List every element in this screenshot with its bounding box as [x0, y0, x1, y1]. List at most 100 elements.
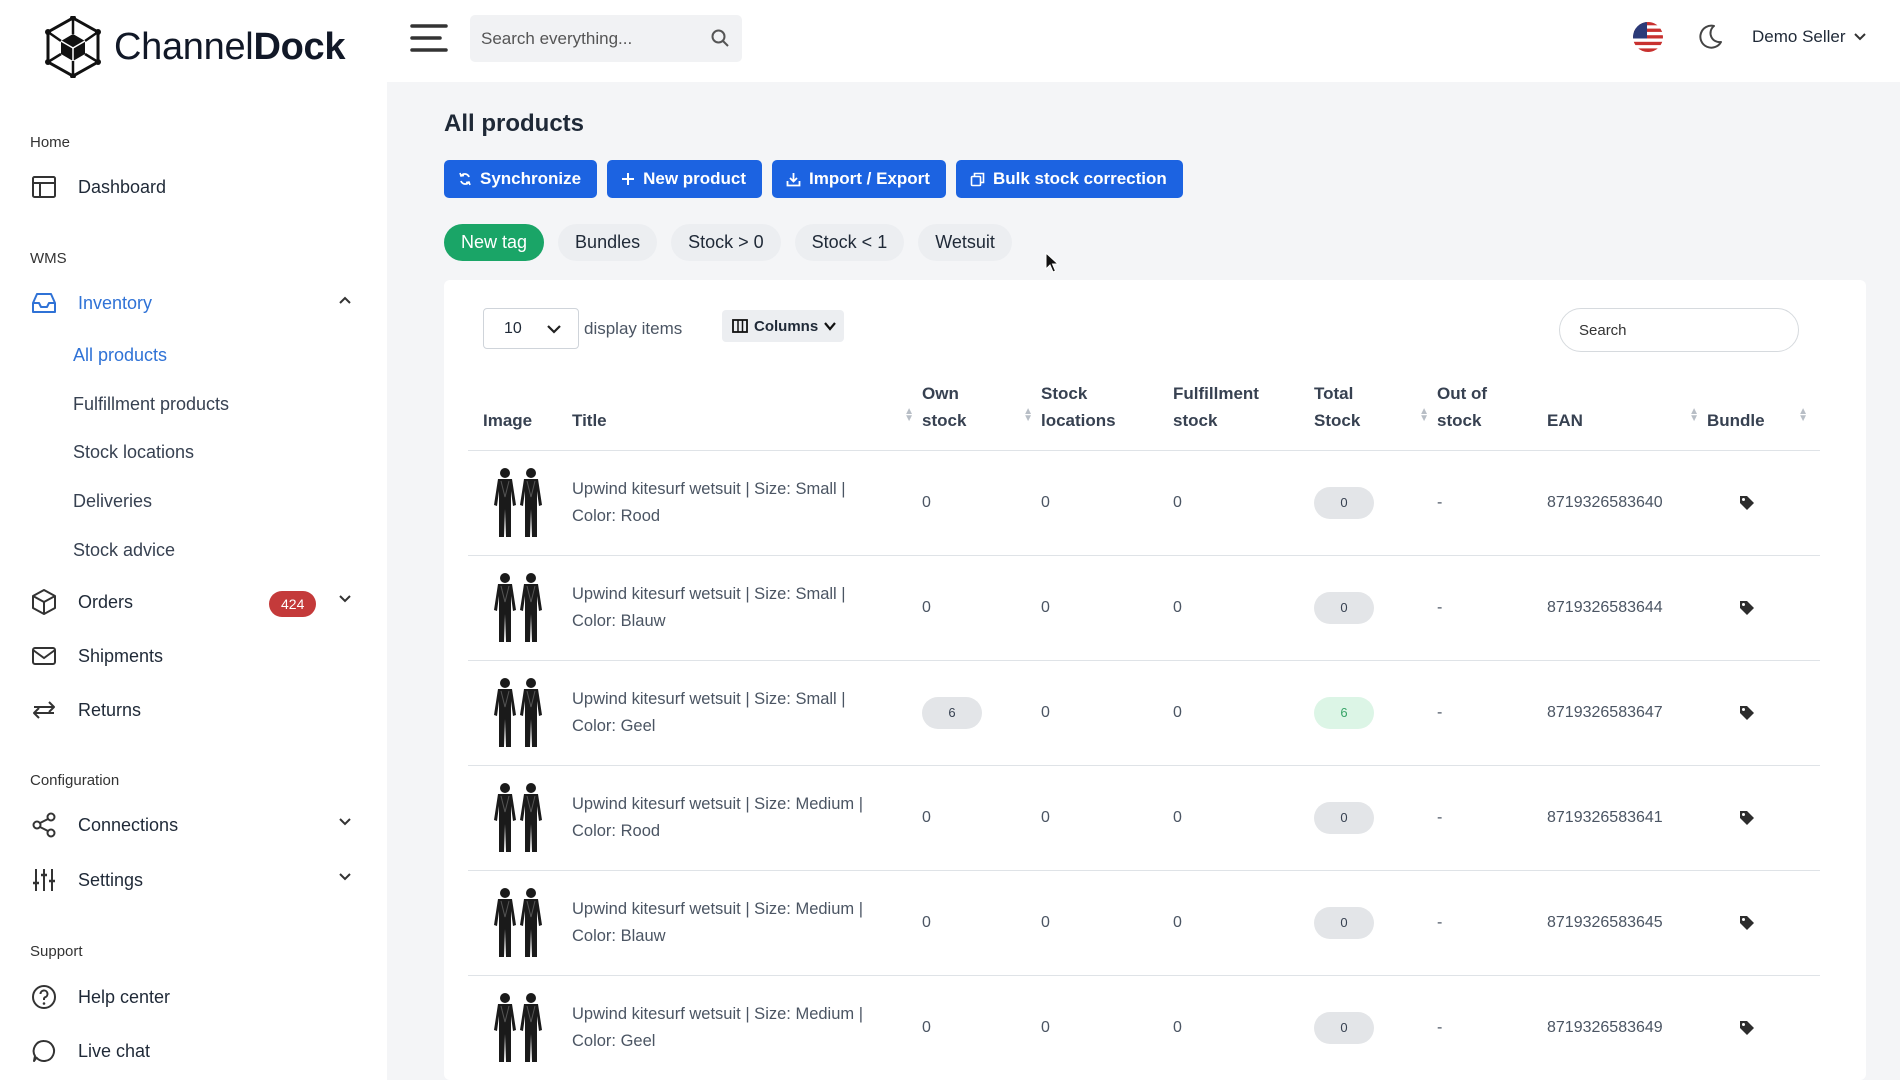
fulfillment-stock-cell: 0 [1173, 450, 1314, 556]
tag-bundles[interactable]: Bundles [558, 224, 658, 261]
product-title[interactable]: Upwind kitesurf wetsuit | Size: Medium |… [572, 975, 922, 1080]
sidebar-sub-deliveries[interactable]: Deliveries [73, 491, 152, 512]
sort-icon[interactable]: ▲ ▼ [1689, 406, 1699, 423]
product-image-cell [468, 660, 572, 766]
sidebar-item-shipments[interactable]: Shipments [30, 636, 360, 676]
us-flag-icon[interactable] [1633, 22, 1663, 52]
bundle-cell [1707, 450, 1820, 556]
tag-icon[interactable] [1739, 1020, 1820, 1036]
products-table: Image Title ▲ ▼ Own stock ▲ ▼ Stock locations … [468, 376, 1820, 1080]
sidebar-item-dashboard[interactable]: Dashboard [30, 167, 360, 207]
sidebar-sub-all-products[interactable]: All products [73, 345, 167, 366]
wetsuit-thumbnail[interactable] [487, 467, 551, 539]
stock-locations-cell: 0 [1041, 975, 1173, 1080]
table-row[interactable]: Upwind kitesurf wetsuit | Size: Small | C… [468, 555, 1820, 661]
user-name: Demo Seller [1752, 27, 1846, 46]
tag-icon[interactable] [1739, 600, 1820, 616]
col-header-own-stock[interactable]: Own stock ▲ ▼ [922, 376, 1041, 450]
total-stock-cell: 0 [1314, 870, 1437, 976]
topbar: Demo Seller [387, 0, 1900, 82]
sort-icon[interactable]: ▲ ▼ [1798, 406, 1808, 423]
sort-icon[interactable]: ▲ ▼ [904, 406, 914, 423]
bulk-stock-correction-button[interactable]: Bulk stock correction [955, 160, 1183, 198]
total-stock-cell: 6 [1314, 660, 1437, 766]
wetsuit-thumbnail[interactable] [487, 572, 551, 644]
columns-button[interactable]: Columns [722, 310, 845, 342]
wetsuit-thumbnail[interactable] [487, 677, 551, 749]
sidebar-item-help-center[interactable]: Help center [30, 977, 360, 1017]
fulfillment-stock-cell: 0 [1173, 555, 1314, 661]
ean-cell: 8719326583641 [1547, 765, 1707, 871]
sort-icon[interactable]: ▲ ▼ [1419, 406, 1429, 423]
wetsuit-thumbnail[interactable] [487, 992, 551, 1064]
tag-icon[interactable] [1739, 915, 1820, 931]
product-title[interactable]: Upwind kitesurf wetsuit | Size: Small | C… [572, 660, 922, 766]
product-title[interactable]: Upwind kitesurf wetsuit | Size: Medium |… [572, 870, 922, 976]
user-menu[interactable]: Demo Seller [1752, 27, 1866, 47]
stock-locations-cell: 0 [1041, 765, 1173, 871]
col-header-ean[interactable]: EAN ▲ ▼ [1547, 376, 1707, 450]
tag-wetsuit[interactable]: Wetsuit [918, 224, 1012, 261]
sidebar-item-connections[interactable]: Connections [30, 805, 360, 845]
section-label-configuration: Configuration [30, 772, 120, 789]
tag-stock-lt-1[interactable]: Stock < 1 [794, 224, 905, 261]
chevron-down-icon [1853, 31, 1866, 43]
col-header-title[interactable]: Title ▲ ▼ [572, 376, 922, 450]
tag-icon[interactable] [1739, 495, 1820, 511]
sidebar-sub-stock-advice[interactable]: Stock advice [73, 540, 175, 561]
tag-icon[interactable] [1739, 810, 1820, 826]
product-image-cell [468, 450, 572, 556]
product-title[interactable]: Upwind kitesurf wetsuit | Size: Small | C… [572, 450, 922, 556]
import-export-button[interactable]: Import / Export [772, 160, 946, 198]
tag-filters: New tag Bundles Stock > 0 Stock < 1 Wets… [444, 224, 1012, 261]
sidebar-item-label: Help center [78, 986, 171, 1007]
tag-stock-gt-0[interactable]: Stock > 0 [671, 224, 781, 261]
global-search-input[interactable] [481, 28, 696, 49]
sidebar-item-settings[interactable]: Settings [30, 860, 360, 900]
sidebar-item-returns[interactable]: Returns [30, 690, 360, 730]
stock-locations-cell: 0 [1041, 450, 1173, 556]
per-page-select[interactable]: 10 [483, 308, 579, 349]
col-header-bundle[interactable]: Bundle ▲ ▼ [1707, 376, 1820, 450]
table-row[interactable]: Upwind kitesurf wetsuit | Size: Small | C… [468, 450, 1820, 556]
wetsuit-thumbnail[interactable] [487, 887, 551, 959]
sidebar-sub-fulfillment-products[interactable]: Fulfillment products [73, 394, 229, 415]
new-product-button[interactable]: New product [607, 160, 763, 198]
sidebar-item-label: Orders [78, 591, 134, 612]
tag-icon[interactable] [1739, 705, 1820, 721]
sidebar-item-label: Inventory [78, 292, 153, 313]
new-tag-button[interactable]: New tag [444, 224, 545, 261]
synchronize-button[interactable]: Synchronize [444, 160, 598, 198]
sort-icon[interactable]: ▲ ▼ [1023, 406, 1033, 423]
col-header-total-stock[interactable]: Total Stock ▲ ▼ [1314, 376, 1437, 450]
sidebar-item-label: Connections [78, 814, 179, 835]
section-label-wms: WMS [30, 250, 67, 267]
sidebar-item-orders[interactable]: Orders 424 [30, 582, 360, 622]
total-stock-cell: 0 [1314, 450, 1437, 556]
table-row[interactable]: Upwind kitesurf wetsuit | Size: Medium |… [468, 870, 1820, 976]
search-icon[interactable] [710, 28, 730, 48]
page-title: All products [444, 110, 585, 137]
out-of-stock-cell: - [1437, 975, 1547, 1080]
sidebar-item-label: Shipments [78, 645, 164, 666]
sidebar-sub-stock-locations[interactable]: Stock locations [73, 442, 194, 463]
table-search-input[interactable] [1559, 308, 1799, 352]
own-stock-cell: 0 [922, 765, 1041, 871]
table-row[interactable]: Upwind kitesurf wetsuit | Size: Small | C… [468, 660, 1820, 766]
bundle-cell [1707, 660, 1820, 766]
channeldock-logo[interactable]: ChannelDock [44, 16, 346, 78]
product-title[interactable]: Upwind kitesurf wetsuit | Size: Small | C… [572, 555, 922, 661]
hamburger-menu-icon[interactable] [410, 22, 448, 54]
product-title[interactable]: Upwind kitesurf wetsuit | Size: Medium |… [572, 765, 922, 871]
chevron-down-icon [338, 815, 352, 829]
sidebar: ChannelDock Home Dashboard WMS Inventory… [0, 0, 387, 1080]
sidebar-item-label: Live chat [78, 1040, 151, 1061]
chevron-down-icon [546, 321, 562, 337]
total-stock-badge: 0 [1314, 801, 1374, 834]
wetsuit-thumbnail[interactable] [487, 782, 551, 854]
moon-icon[interactable] [1695, 22, 1725, 52]
sidebar-item-inventory[interactable]: Inventory [30, 283, 360, 323]
table-row[interactable]: Upwind kitesurf wetsuit | Size: Medium |… [468, 765, 1820, 871]
table-row[interactable]: Upwind kitesurf wetsuit | Size: Medium |… [468, 975, 1820, 1080]
sidebar-item-live-chat[interactable]: Live chat [30, 1031, 360, 1071]
